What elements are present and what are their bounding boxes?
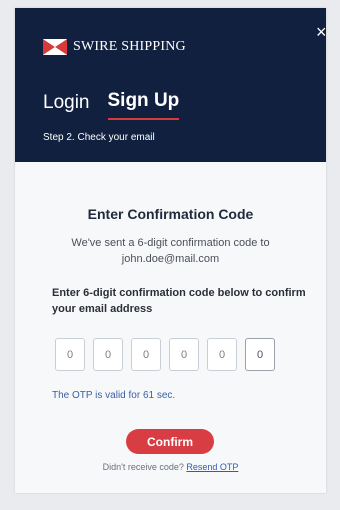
page-title: Enter Confirmation Code [87,206,254,222]
resend-otp-link[interactable]: Resend OTP [186,462,238,472]
close-icon[interactable]: × [316,23,332,41]
page: SWIRE SHIPPING × Login Sign Up Step 2. C… [0,0,340,510]
otp-digit-4[interactable]: 0 [169,338,199,371]
otp-inputs: 0 0 0 0 0 0 [55,338,275,371]
confirm-button[interactable]: Confirm [126,429,214,454]
brand-logo: SWIRE SHIPPING [43,39,186,55]
otp-instruction: Enter 6-digit confirmation code below to… [52,287,306,315]
step-text: Step 2. Check your email [43,132,155,143]
confirmation-panel: Enter Confirmation Code We've sent a 6-d… [15,162,326,493]
tab-sign-up[interactable]: Sign Up [107,90,180,120]
otp-digit-2[interactable]: 0 [93,338,123,371]
otp-digit-5[interactable]: 0 [207,338,237,371]
sent-message: We've sent a 6-digit confirmation code t… [53,235,288,267]
otp-digit-3[interactable]: 0 [131,338,161,371]
flag-logo-icon [43,39,67,55]
sent-message-email: john.doe@mail.com [121,253,220,265]
otp-valid-text: The OTP is valid for 61 sec. [52,390,176,401]
otp-digit-1[interactable]: 0 [55,338,85,371]
sent-message-line1: We've sent a 6-digit confirmation code t… [71,237,270,249]
tab-login[interactable]: Login [43,92,90,120]
auth-tabs: Login Sign Up [43,90,180,120]
brand-name: SWIRE SHIPPING [73,39,186,54]
otp-digit-6[interactable]: 0 [245,338,275,371]
resend-prefix: Didn't receive code? [102,462,184,472]
signup-modal: SWIRE SHIPPING × Login Sign Up Step 2. C… [15,8,327,493]
resend-row: Didn't receive code? Resend OTP [15,462,326,472]
modal-header: SWIRE SHIPPING × Login Sign Up Step 2. C… [15,8,327,162]
